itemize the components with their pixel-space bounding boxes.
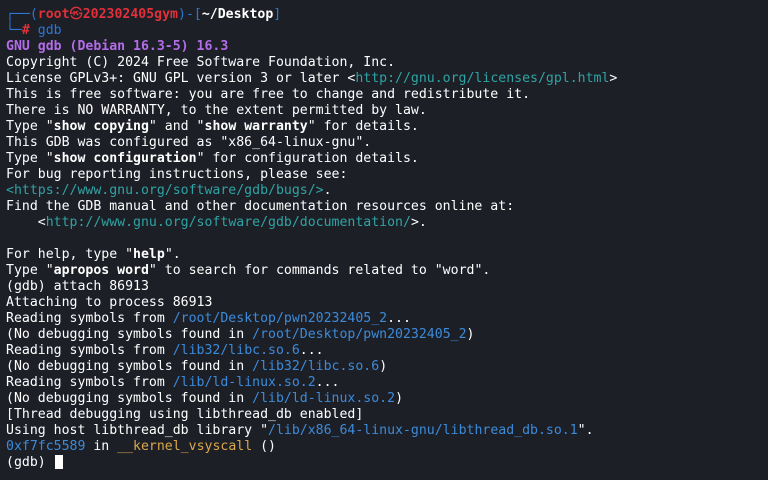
frame-function: __kernel_vsyscall bbox=[117, 439, 253, 454]
terminal-window[interactable]: ┌──(root㉿202302405gym)-[~/Desktop] └─# g… bbox=[0, 0, 768, 480]
no-debug-bin: (No debugging symbols found in /root/Des… bbox=[6, 327, 475, 342]
documentation-link[interactable]: http://www.gnu.org/software/gdb/document… bbox=[46, 215, 411, 230]
details-line: Type "show copying" and "show warranty" … bbox=[6, 119, 419, 134]
prompt-at-symbol: ㉿ bbox=[69, 7, 83, 22]
host-libthread-line: Using host libthread_db library "/lib/x8… bbox=[6, 423, 594, 438]
thread-debug-line: [Thread debugging using libthread_db ena… bbox=[6, 407, 364, 422]
prompt-corner-bottom: └─ bbox=[6, 23, 22, 38]
prompt-command: gdb bbox=[37, 23, 62, 38]
apropos-line: Type "apropos word" to search for comman… bbox=[6, 263, 491, 278]
prompt-line-top: ┌──(root㉿202302405gym)-[~/Desktop] bbox=[6, 7, 768, 23]
prompt-hash: # bbox=[21, 23, 30, 38]
help-cmd: help bbox=[133, 247, 165, 262]
gdb-prompt: (gdb) bbox=[6, 455, 54, 470]
reading-symbols-ld: Reading symbols from /lib/ld-linux.so.2.… bbox=[6, 375, 340, 390]
prompt-line-bottom: └─# gdb bbox=[6, 23, 768, 39]
help-line: For help, type "help". bbox=[6, 247, 181, 262]
prompt-separator: )-[ bbox=[178, 7, 202, 22]
frame-address: 0xf7fc5589 bbox=[6, 439, 86, 454]
attach-command-line: (gdb) attach 86913 bbox=[6, 279, 149, 294]
ld-path: /lib/ld-linux.so.2 bbox=[172, 375, 316, 390]
show-copying-cmd: show copying bbox=[53, 119, 149, 134]
prompt-close-bracket: ] bbox=[273, 7, 282, 22]
gdb-input-line[interactable]: (gdb) bbox=[6, 455, 768, 471]
configuration-line: Type "show configuration" for configurat… bbox=[6, 151, 419, 166]
show-configuration-cmd: show configuration bbox=[53, 151, 197, 166]
reading-symbols-libc: Reading symbols from /lib32/libc.so.6... bbox=[6, 343, 324, 358]
apropos-cmd: apropos word bbox=[53, 263, 149, 278]
bug-report-link[interactable]: <https://www.gnu.org/software/gdb/bugs/> bbox=[6, 183, 324, 198]
libc-path: /lib32/libc.so.6 bbox=[172, 343, 300, 358]
manual-intro-line: Find the GDB manual and other documentat… bbox=[6, 199, 515, 214]
manual-url-line: <http://www.gnu.org/software/gdb/documen… bbox=[6, 215, 427, 230]
bug-intro-line: For bug reporting instructions, please s… bbox=[6, 167, 348, 182]
no-debug-libc: (No debugging symbols found in /lib32/li… bbox=[6, 359, 388, 374]
configured-line: This GDB was configured as "x86_64-linux… bbox=[6, 135, 372, 150]
libc-path: /lib32/libc.so.6 bbox=[252, 359, 380, 374]
show-warranty-cmd: show warranty bbox=[204, 119, 308, 134]
binary-path: /root/Desktop/pwn20232405_2 bbox=[172, 311, 388, 326]
ld-path: /lib/ld-linux.so.2 bbox=[252, 391, 396, 406]
libthread-path: /lib/x86_64-linux-gnu/libthread_db.so.1 bbox=[268, 423, 578, 438]
prompt-host: 202302405gym bbox=[82, 7, 178, 22]
binary-path: /root/Desktop/pwn20232405_2 bbox=[252, 327, 467, 342]
text-cursor[interactable] bbox=[54, 455, 63, 469]
prompt-cwd: ~/Desktop bbox=[201, 7, 274, 22]
no-debug-ld: (No debugging symbols found in /lib/ld-l… bbox=[6, 391, 404, 406]
license-line: License GPLv3+: GNU GPL version 3 or lat… bbox=[6, 71, 618, 86]
prompt-user: root bbox=[37, 7, 70, 22]
license-link[interactable]: http://gnu.org/licenses/gpl.html bbox=[355, 71, 609, 86]
frame-line: 0xf7fc5589 in __kernel_vsyscall () bbox=[6, 439, 276, 454]
copyright-line: Copyright (C) 2024 Free Software Foundat… bbox=[6, 55, 396, 70]
bug-url-line: <https://www.gnu.org/software/gdb/bugs/>… bbox=[6, 183, 332, 198]
free-software-line: This is free software: you are free to c… bbox=[6, 87, 531, 102]
prompt-corner-top: ┌──( bbox=[6, 7, 38, 22]
warranty-line: There is NO WARRANTY, to the extent perm… bbox=[6, 103, 427, 118]
attaching-line: Attaching to process 86913 bbox=[6, 295, 213, 310]
reading-symbols-bin: Reading symbols from /root/Desktop/pwn20… bbox=[6, 311, 411, 326]
gdb-version-title: GNU gdb (Debian 16.3-5) 16.3 bbox=[6, 39, 229, 54]
